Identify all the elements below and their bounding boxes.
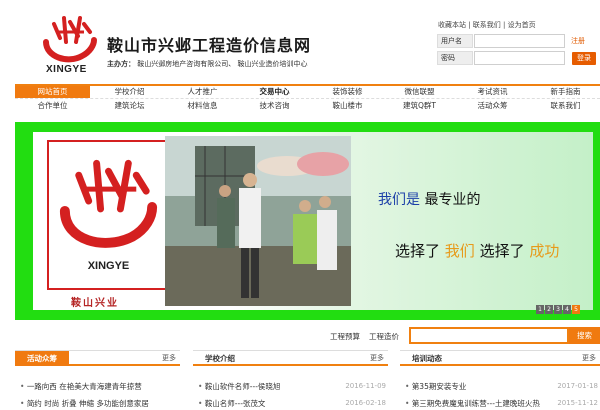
slogan-we-are: 我们是 bbox=[378, 192, 420, 208]
list-item-date: 2015-11-12 bbox=[557, 399, 598, 407]
top-links[interactable]: 收藏本站 | 联系我们 | 设为首页 bbox=[438, 20, 536, 30]
site-title: 鞍山市兴邺工程造价信息网 bbox=[107, 36, 312, 55]
sponsor-line: 主办方： 鞍山兴邺房地产咨询有限公司、 鞍山兴业造价培训中心 bbox=[107, 59, 307, 69]
list-item-date: 2017-01-18 bbox=[557, 382, 598, 390]
nav-wechat[interactable]: 微信联盟 bbox=[382, 86, 457, 98]
main-nav: 网站首页 学校介绍 人才推广 交易中心 装饰装修 微信联盟 考试资讯 新手指南 … bbox=[15, 84, 600, 112]
panel-school-intro: 学校介绍 更多 鞍山软件名师---侯晓旭 2016-11-09 鞍山名师---张… bbox=[193, 350, 388, 410]
slogan-us: 我们 bbox=[444, 242, 475, 260]
nav-guide[interactable]: 新手指南 bbox=[528, 86, 600, 98]
panel-title[interactable]: 培训动态 bbox=[400, 351, 454, 366]
banner-page-5[interactable]: 5 bbox=[572, 305, 580, 314]
banner-org-name: 鞍山兴业 bbox=[71, 298, 119, 309]
panel-crowdfunding: 活动众筹 更多 一路向西 在艳美大青海建青年掠营 简约 时尚 折叠 伸缩 多功能… bbox=[15, 350, 180, 410]
panel-more-link[interactable]: 更多 bbox=[162, 353, 176, 363]
slogan-success: 成功 bbox=[529, 242, 560, 260]
panel-more-link[interactable]: 更多 bbox=[582, 353, 596, 363]
banner-slogan-1: 我们是 最专业的 bbox=[378, 189, 480, 209]
nav-crowdfunding[interactable]: 活动众筹 bbox=[455, 100, 530, 112]
password-label: 密码 bbox=[437, 51, 473, 65]
nav-qq-group[interactable]: 建筑Q群T bbox=[382, 100, 457, 112]
list-item-date: 2016-11-09 bbox=[345, 382, 386, 390]
search-button[interactable]: 搜索 bbox=[569, 327, 600, 344]
banner-slideshow[interactable]: XINGYE 鞍山兴业 我们是 最专业的 选择了 我们 选择了 成功 1 2 3… bbox=[15, 122, 600, 320]
nav-decoration[interactable]: 装饰装修 bbox=[310, 86, 385, 98]
nav-exam-news[interactable]: 考试资讯 bbox=[455, 86, 530, 98]
banner-page-4[interactable]: 4 bbox=[563, 305, 571, 314]
search-tag-cost[interactable]: 工程造价 bbox=[369, 331, 399, 342]
nav-forum[interactable]: 建筑论坛 bbox=[92, 100, 167, 112]
nav-contact[interactable]: 联系我们 bbox=[528, 100, 600, 112]
panel-training-news: 培训动态 更多 第35期安装专业 2017-01-18 第三期免费魔鬼训练营--… bbox=[400, 350, 600, 410]
nav-property[interactable]: 鞍山楼市 bbox=[310, 100, 385, 112]
username-input[interactable] bbox=[474, 34, 565, 48]
list-item[interactable]: 第三期免费魔鬼训练营---土建晚班火热 bbox=[405, 398, 540, 409]
panel-more-link[interactable]: 更多 bbox=[370, 353, 384, 363]
xingye-logo-icon bbox=[59, 159, 158, 248]
panel-header: 活动众筹 更多 bbox=[15, 351, 180, 366]
nav-home[interactable]: 网站首页 bbox=[15, 86, 90, 98]
sponsor-label: 主办方： bbox=[107, 60, 135, 68]
panel-header: 学校介绍 更多 bbox=[193, 351, 388, 366]
login-button[interactable]: 登录 bbox=[572, 52, 596, 65]
slogan-chose: 选择了 bbox=[395, 242, 441, 260]
search-input[interactable] bbox=[409, 327, 569, 344]
xingye-logo-icon bbox=[43, 16, 97, 63]
logo-text: XINGYE bbox=[46, 64, 87, 75]
banner-logo: XINGYE bbox=[47, 140, 170, 290]
nav-materials[interactable]: 材料信息 bbox=[165, 100, 240, 112]
nav-partners[interactable]: 合作单位 bbox=[15, 100, 90, 112]
sponsor-orgs: 鞍山兴邺房地产咨询有限公司、 鞍山兴业造价培训中心 bbox=[137, 60, 308, 68]
slogan-chose-2: 选择了 bbox=[479, 242, 525, 260]
nav-trade-center[interactable]: 交易中心 bbox=[237, 86, 312, 98]
list-item[interactable]: 鞍山软件名师---侯晓旭 bbox=[198, 381, 281, 392]
search-tag-budget[interactable]: 工程预算 bbox=[330, 331, 360, 342]
slogan-most-professional: 最专业的 bbox=[424, 192, 481, 208]
list-item[interactable]: 第35期安装专业 bbox=[405, 381, 467, 392]
nav-divider bbox=[15, 98, 600, 99]
list-item[interactable]: 鞍山名师---张茂文 bbox=[198, 398, 266, 409]
panel-title[interactable]: 学校介绍 bbox=[193, 351, 247, 366]
banner-logo-text: XINGYE bbox=[87, 260, 130, 272]
nav-school-intro[interactable]: 学校介绍 bbox=[92, 86, 167, 98]
nav-tech-consult[interactable]: 技术咨询 bbox=[237, 100, 312, 112]
register-link[interactable]: 注册 bbox=[571, 36, 585, 46]
banner-page-3[interactable]: 3 bbox=[554, 305, 562, 314]
list-item[interactable]: 简约 时尚 折叠 伸缩 多功能创意家居 bbox=[20, 398, 149, 409]
list-item-date: 2016-02-18 bbox=[345, 399, 386, 407]
panel-header: 培训动态 更多 bbox=[400, 351, 600, 366]
banner-photo bbox=[165, 136, 351, 306]
list-item[interactable]: 一路向西 在艳美大青海建青年掠营 bbox=[20, 381, 142, 392]
panel-title[interactable]: 活动众筹 bbox=[15, 351, 69, 366]
banner-slide: XINGYE 鞍山兴业 我们是 最专业的 选择了 我们 选择了 成功 bbox=[33, 132, 593, 310]
banner-page-2[interactable]: 2 bbox=[545, 305, 553, 314]
nav-talent[interactable]: 人才推广 bbox=[165, 86, 240, 98]
password-input[interactable] bbox=[474, 51, 565, 65]
username-label: 用户名 bbox=[437, 34, 473, 48]
banner-slogan-2: 选择了 我们 选择了 成功 bbox=[395, 240, 559, 261]
banner-page-1[interactable]: 1 bbox=[536, 305, 544, 314]
